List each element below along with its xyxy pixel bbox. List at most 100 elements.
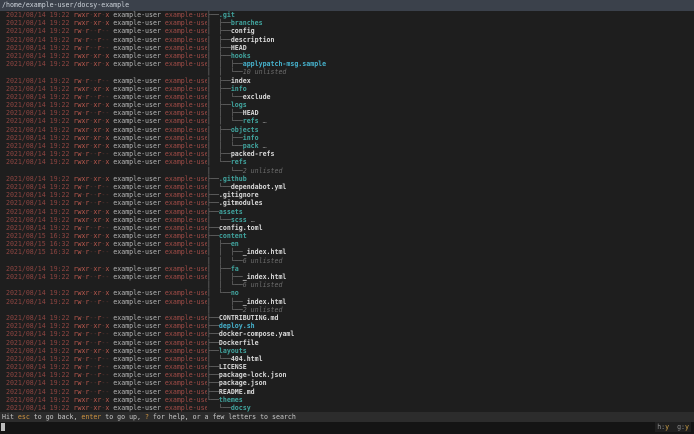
tree-row[interactable]: 2021/08/14 19:22 rwxr-xr-x example-user … [2, 289, 694, 297]
tree-row[interactable]: 2021/08/14 19:22 rw-r--r-- example-user … [2, 371, 694, 379]
permissions: rw-r--r-- [73, 354, 110, 363]
tree-row[interactable]: 2021/08/14 19:22 rw-r--r-- example-user … [2, 388, 694, 396]
tree-row[interactable]: │ │ └── 10 unlisted [2, 68, 694, 76]
tree-branch-lines: │ │ ├── [207, 248, 243, 257]
tree-row[interactable]: 2021/08/14 19:22 rw-r--r-- example-user … [2, 183, 694, 191]
tree-row[interactable]: 2021/08/14 19:22 rwxr-xr-x example-user … [2, 322, 694, 330]
entry-name: dependabot.yml [230, 182, 287, 191]
tree-row[interactable]: 2021/08/14 19:22 rwxr-xr-x example-user … [2, 142, 694, 150]
tree-row[interactable]: 2021/08/14 19:22 rw-r--r-- example-user … [2, 36, 694, 44]
entry-name: _index.html [242, 297, 287, 306]
tree-row[interactable]: 2021/08/14 19:22 rwxr-xr-x example-user … [2, 208, 694, 216]
tree-branch-lines: │ │ └── [207, 142, 243, 150]
mode-flags: h:y g:y [655, 422, 691, 433]
tree-row[interactable]: 2021/08/14 19:22 rwxr-xr-x example-user … [2, 347, 694, 355]
tree-row[interactable]: │ └── 2 unlisted [2, 167, 694, 175]
tree-branch-lines: └── [207, 395, 219, 404]
tree-row[interactable]: 2021/08/14 19:22 rw-r--r-- example-user … [2, 363, 694, 371]
tree-row[interactable]: │ │ └── 6 unlisted [2, 281, 694, 289]
entry-name: scss [230, 215, 247, 224]
entry-name: info [242, 133, 259, 142]
tree-row[interactable]: 2021/08/15 16:32 rw-r--r-- example-user … [2, 248, 694, 256]
tree-row[interactable]: 2021/08/14 19:22 rw-r--r-- example-user … [2, 379, 694, 387]
group-name: example-user [164, 379, 207, 388]
tree-row[interactable]: 2021/08/14 19:22 rwxr-xr-x example-user … [2, 60, 694, 68]
permissions: rw-r--r-- [73, 43, 110, 52]
tree-row[interactable]: 2021/08/14 19:22 rw-r--r-- example-user … [2, 150, 694, 158]
modified-date: 2021/08/15 16:32 [2, 232, 74, 241]
owner-name: example-user [109, 379, 165, 388]
modified-date: 2021/08/15 16:32 [2, 240, 74, 249]
tree-row[interactable]: 2021/08/14 19:22 rwxr-xr-x example-user … [2, 52, 694, 60]
tree-row[interactable]: 2021/08/14 19:22 rw-r--r-- example-user … [2, 298, 694, 306]
tree-row[interactable]: 2021/08/14 19:22 rw-r--r-- example-user … [2, 273, 694, 281]
tree-row[interactable]: 2021/08/14 19:22 rwxr-xr-x example-user … [2, 117, 694, 125]
tree-branch-lines: ├── [207, 223, 219, 232]
tree-row[interactable]: │ └── 2 unlisted [2, 306, 694, 314]
tree-row[interactable]: 2021/08/14 19:22 rwxr-xr-x example-user … [2, 11, 694, 19]
tree-branch-lines: │ ├── [207, 43, 231, 52]
entry-name: fa [230, 264, 239, 273]
tree-row[interactable]: 2021/08/14 19:22 rw-r--r-- example-user … [2, 191, 694, 199]
row-metadata: 2021/08/14 19:22 rw-r--r-- example-user … [2, 109, 207, 117]
tree-row[interactable]: 2021/08/14 19:22 rwxr-xr-x example-user … [2, 396, 694, 404]
current-path[interactable]: /home/example-user/docsy-example [0, 0, 694, 11]
group-name: example-user [164, 330, 207, 339]
row-metadata: 2021/08/14 19:22 rwxr-xr-x example-user … [2, 396, 207, 404]
group-name: example-user [164, 289, 207, 298]
owner-name: example-user [109, 289, 165, 298]
tree-row[interactable]: 2021/08/14 19:22 rw-r--r-- example-user … [2, 93, 694, 101]
tree-row[interactable]: 2021/08/14 19:22 rw-r--r-- example-user … [2, 314, 694, 322]
entry-name: index [230, 76, 251, 85]
tree-row[interactable]: 2021/08/14 19:22 rw-r--r-- example-user … [2, 355, 694, 363]
tree-row[interactable]: 2021/08/15 16:32 rwxr-xr-x example-user … [2, 232, 694, 240]
modified-date: 2021/08/14 19:22 [2, 84, 74, 93]
tree-branch-lines: └── [207, 404, 231, 412]
tree-row[interactable]: 2021/08/14 19:22 rwxr-xr-x example-user … [2, 134, 694, 142]
group-name: example-user [164, 297, 207, 306]
tree-row[interactable]: 2021/08/14 19:22 rw-r--r-- example-user … [2, 199, 694, 207]
group-name: example-user [164, 142, 207, 150]
tree-row[interactable]: 2021/08/14 19:22 rwxr-xr-x example-user … [2, 126, 694, 134]
permissions: rw-r--r-- [73, 35, 110, 44]
tree-row[interactable]: 2021/08/14 19:22 rw-r--r-- example-user … [2, 330, 694, 338]
permissions: rw-r--r-- [73, 338, 110, 347]
permissions: rwxr-xr-x [73, 240, 110, 249]
tree-row[interactable]: 2021/08/14 19:22 rw-r--r-- example-user … [2, 27, 694, 35]
permissions: rwxr-xr-x [73, 346, 110, 355]
row-metadata: 2021/08/14 19:22 rw-r--r-- example-user … [2, 77, 207, 85]
modified-date: 2021/08/14 19:22 [2, 354, 74, 363]
tree-row[interactable]: 2021/08/15 16:32 rwxr-xr-x example-user … [2, 240, 694, 248]
tree-row[interactable]: 2021/08/14 19:22 rwxr-xr-x example-user … [2, 19, 694, 27]
modified-date: 2021/08/14 19:22 [2, 395, 74, 404]
tree-row[interactable]: │ │ └── 6 unlisted [2, 257, 694, 265]
tree-row[interactable]: 2021/08/14 19:22 rwxr-xr-x example-user … [2, 158, 694, 166]
row-metadata: 2021/08/14 19:22 rwxr-xr-x example-user … [2, 11, 207, 19]
unlisted-count: 2 unlisted [242, 166, 283, 175]
tree-branch-lines: │ ├── [207, 125, 231, 134]
tree-row[interactable]: 2021/08/14 19:22 rwxr-xr-x example-user … [2, 101, 694, 109]
status-text: Hit [2, 413, 18, 422]
tree-row[interactable]: 2021/08/14 19:22 rw-r--r-- example-user … [2, 77, 694, 85]
tree-row[interactable]: 2021/08/14 19:22 rw-r--r-- example-user … [2, 109, 694, 117]
row-metadata: 2021/08/14 19:22 rwxr-xr-x example-user … [2, 347, 207, 355]
owner-name: example-user [109, 142, 165, 150]
tree-branch-lines: │ └── [207, 305, 243, 314]
permissions: rwxr-xr-x [73, 117, 110, 126]
tree-row[interactable]: 2021/08/14 19:22 rwxr-xr-x example-user … [2, 265, 694, 273]
row-metadata: 2021/08/14 19:22 rw-r--r-- example-user … [2, 150, 207, 158]
permissions: rwxr-xr-x [73, 264, 110, 273]
tree-branch-lines: ├── [207, 199, 219, 208]
modified-date: 2021/08/14 19:22 [2, 109, 74, 118]
tree-row[interactable]: 2021/08/14 19:22 rw-r--r-- example-user … [2, 224, 694, 232]
tree-row[interactable]: 2021/08/14 19:22 rw-r--r-- example-user … [2, 44, 694, 52]
tree-row[interactable]: 2021/08/14 19:22 rw-r--r-- example-user … [2, 339, 694, 347]
modified-date: 2021/08/14 19:22 [2, 158, 74, 167]
tree-row[interactable]: 2021/08/14 19:22 rwxr-xr-x example-user … [2, 216, 694, 224]
tree-row[interactable]: 2021/08/14 19:22 rwxr-xr-x example-user … [2, 85, 694, 93]
owner-name: example-user [109, 395, 165, 404]
owner-name: example-user [109, 133, 165, 142]
search-input[interactable]: h:y g:y [0, 422, 694, 434]
tree-row[interactable]: 2021/08/14 19:22 rwxr-xr-x example-user … [2, 404, 694, 412]
tree-row[interactable]: 2021/08/14 19:22 rwxr-xr-x example-user … [2, 175, 694, 183]
